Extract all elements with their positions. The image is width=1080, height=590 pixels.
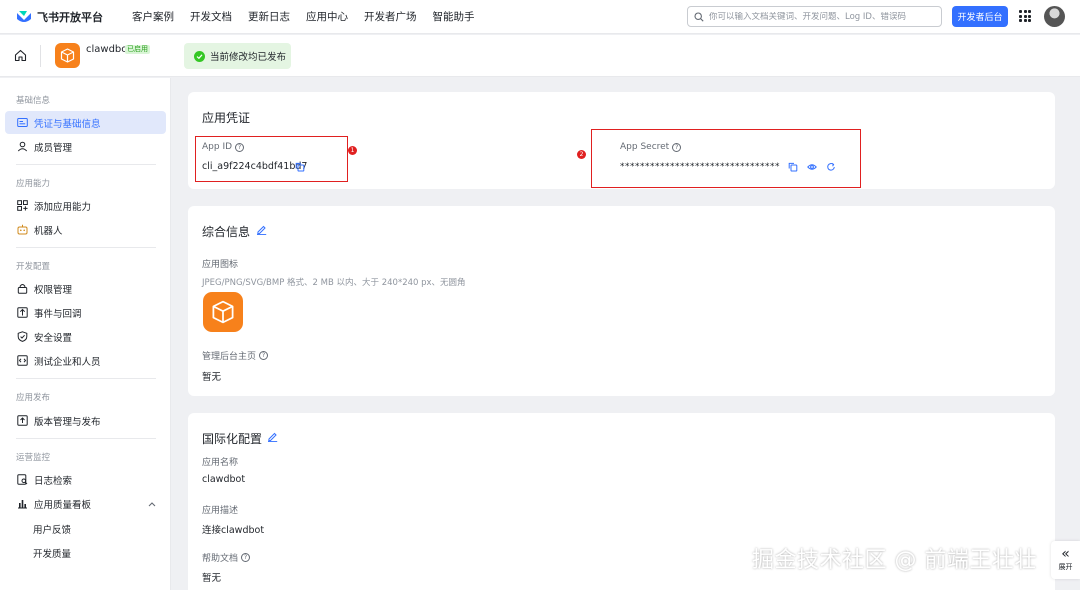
expand-label: 展开: [1058, 563, 1073, 571]
logo-text: 飞书开放平台: [37, 10, 103, 24]
sidebar-item-members[interactable]: 成员管理: [5, 135, 166, 158]
sidebar-item-security[interactable]: 安全设置: [5, 325, 166, 348]
lock-icon: [17, 283, 28, 294]
app-icon-hint: JPEG/PNG/SVG/BMP 格式、2 MB 以内、大于 240*240 p…: [202, 278, 466, 288]
platform-logo[interactable]: 飞书开放平台: [16, 9, 116, 25]
app-icon-preview[interactable]: [203, 292, 243, 332]
sidebar-item-log-search[interactable]: 日志检索: [5, 468, 166, 491]
publish-status-notice: 当前修改均已发布: [184, 43, 291, 69]
sidebar-section-release: 应用发布: [16, 393, 51, 403]
double-chevron-left-icon: «: [1061, 546, 1070, 562]
shield-icon: [17, 331, 28, 342]
help-icon[interactable]: ?: [235, 142, 245, 152]
expand-panel-button[interactable]: « 展开: [1051, 541, 1080, 579]
app-header: clawdbot 已启用 当前修改均已发布: [0, 35, 1080, 77]
chevron-up-icon[interactable]: [148, 501, 156, 507]
code-icon: [17, 355, 28, 366]
search-icon: [694, 11, 704, 22]
sidebar-item-versions[interactable]: 版本管理与发布: [5, 409, 166, 432]
app-desc-label: 应用描述: [202, 506, 239, 516]
nav-link-cases[interactable]: 客户案例: [132, 9, 174, 24]
refresh-icon[interactable]: [826, 162, 836, 172]
nav-links: 客户案例 开发文档 更新日志 应用中心 开发者广场 智能助手: [132, 9, 491, 24]
edit-icon[interactable]: [267, 431, 278, 442]
status-badge: 已启用: [125, 45, 150, 54]
sidebar-item-add-capability[interactable]: 添加应用能力: [5, 194, 166, 217]
sidebar-item-quality-dashboard[interactable]: 应用质量看板: [5, 492, 166, 515]
copy-icon[interactable]: [295, 162, 305, 172]
edit-icon[interactable]: [256, 224, 267, 235]
homepage-label: 管理后台主页?: [202, 349, 269, 362]
help-doc-value: 暂无: [202, 573, 222, 584]
home-icon[interactable]: [14, 49, 27, 62]
id-card-icon: [17, 117, 28, 128]
sidebar-item-credentials[interactable]: 凭证与基础信息: [5, 111, 166, 134]
sidebar-item-test-tenant[interactable]: 测试企业和人员: [5, 349, 166, 372]
sidebar-subitem-dev-quality[interactable]: 开发质量: [33, 546, 71, 560]
top-navbar: 飞书开放平台 客户案例 开发文档 更新日志 应用中心 开发者广场 智能助手 开发…: [0, 0, 1080, 34]
app-id-label: App ID?: [202, 142, 245, 152]
nav-link-docs[interactable]: 开发文档: [190, 9, 232, 24]
feishu-logo-icon: [17, 10, 31, 22]
sidebar-divider: [16, 378, 156, 379]
upload-icon: [17, 415, 28, 426]
highlight-box-app-secret: [591, 129, 861, 188]
check-circle-icon: [194, 50, 205, 62]
sidebar-section-dev-config: 开发配置: [16, 262, 51, 272]
box-icon: [212, 300, 234, 324]
search-input[interactable]: [709, 11, 934, 22]
event-icon: [17, 307, 28, 318]
nav-link-changelog[interactable]: 更新日志: [248, 9, 290, 24]
sidebar-divider: [16, 164, 156, 165]
app-icon: [55, 43, 80, 68]
publish-notice-text: 当前修改均已发布: [210, 52, 287, 63]
credentials-card: 应用凭证 App ID? cli_a9f224c4bdf41bd7 1 2 Ap…: [188, 92, 1055, 189]
help-icon[interactable]: ?: [672, 142, 682, 152]
bar-chart-icon: [17, 498, 28, 509]
copy-icon[interactable]: [788, 162, 798, 172]
sidebar-divider: [16, 438, 156, 439]
annotation-badge-1: 1: [348, 146, 357, 155]
nav-link-app-center[interactable]: 应用中心: [306, 9, 348, 24]
app-secret-label: App Secret?: [620, 142, 682, 152]
sidebar-item-permissions[interactable]: 权限管理: [5, 277, 166, 300]
sidebar-subitem-user-feedback[interactable]: 用户反馈: [33, 522, 71, 536]
box-icon: [60, 48, 75, 63]
log-search-icon: [17, 474, 28, 485]
sidebar-section-basic: 基础信息: [16, 96, 51, 106]
sidebar-divider: [16, 247, 156, 248]
search-box: [687, 6, 942, 27]
sidebar-section-capabilities: 应用能力: [16, 179, 51, 189]
sidebar-section-monitoring: 运营监控: [16, 453, 51, 463]
app-secret-value: ********************************: [620, 162, 780, 172]
app-icon-label: 应用图标: [202, 260, 239, 270]
sidebar-item-bot[interactable]: 机器人: [5, 218, 166, 241]
nav-link-assistant[interactable]: 智能助手: [433, 9, 475, 24]
user-avatar[interactable]: [1044, 6, 1065, 27]
help-icon[interactable]: ?: [259, 351, 269, 360]
annotation-badge-2: 2: [577, 150, 586, 159]
sidebar-item-events[interactable]: 事件与回调: [5, 301, 166, 324]
watermark: 掘金技术社区 @ 前端王壮壮: [752, 548, 1037, 573]
user-icon: [17, 141, 28, 152]
app-name-value: clawdbot: [202, 474, 246, 485]
help-icon[interactable]: ?: [241, 553, 251, 562]
homepage-value: 暂无: [202, 372, 222, 383]
apps-grid-icon[interactable]: [1019, 10, 1031, 22]
developer-console-button[interactable]: 开发者后台: [952, 6, 1008, 27]
grid-plus-icon: [17, 200, 28, 211]
app-name-label: 应用名称: [202, 458, 239, 468]
robot-icon: [17, 224, 28, 235]
help-doc-label: 帮助文档?: [202, 551, 251, 564]
credentials-title: 应用凭证: [202, 111, 251, 125]
eye-icon[interactable]: [807, 162, 817, 172]
app-desc-value: 连接clawdbot: [202, 525, 265, 536]
sidebar: 基础信息 凭证与基础信息 成员管理 应用能力 添加应用能力 机器人 开发配置 权…: [0, 78, 171, 590]
i18n-title: 国际化配置: [202, 432, 263, 446]
general-info-card: 综合信息 应用图标 JPEG/PNG/SVG/BMP 格式、2 MB 以内、大于…: [188, 206, 1055, 396]
app-id-value: cli_a9f224c4bdf41bd7: [202, 161, 308, 172]
general-info-title: 综合信息: [202, 225, 251, 239]
header-divider: [40, 45, 41, 67]
nav-link-dev-square[interactable]: 开发者广场: [364, 9, 417, 24]
